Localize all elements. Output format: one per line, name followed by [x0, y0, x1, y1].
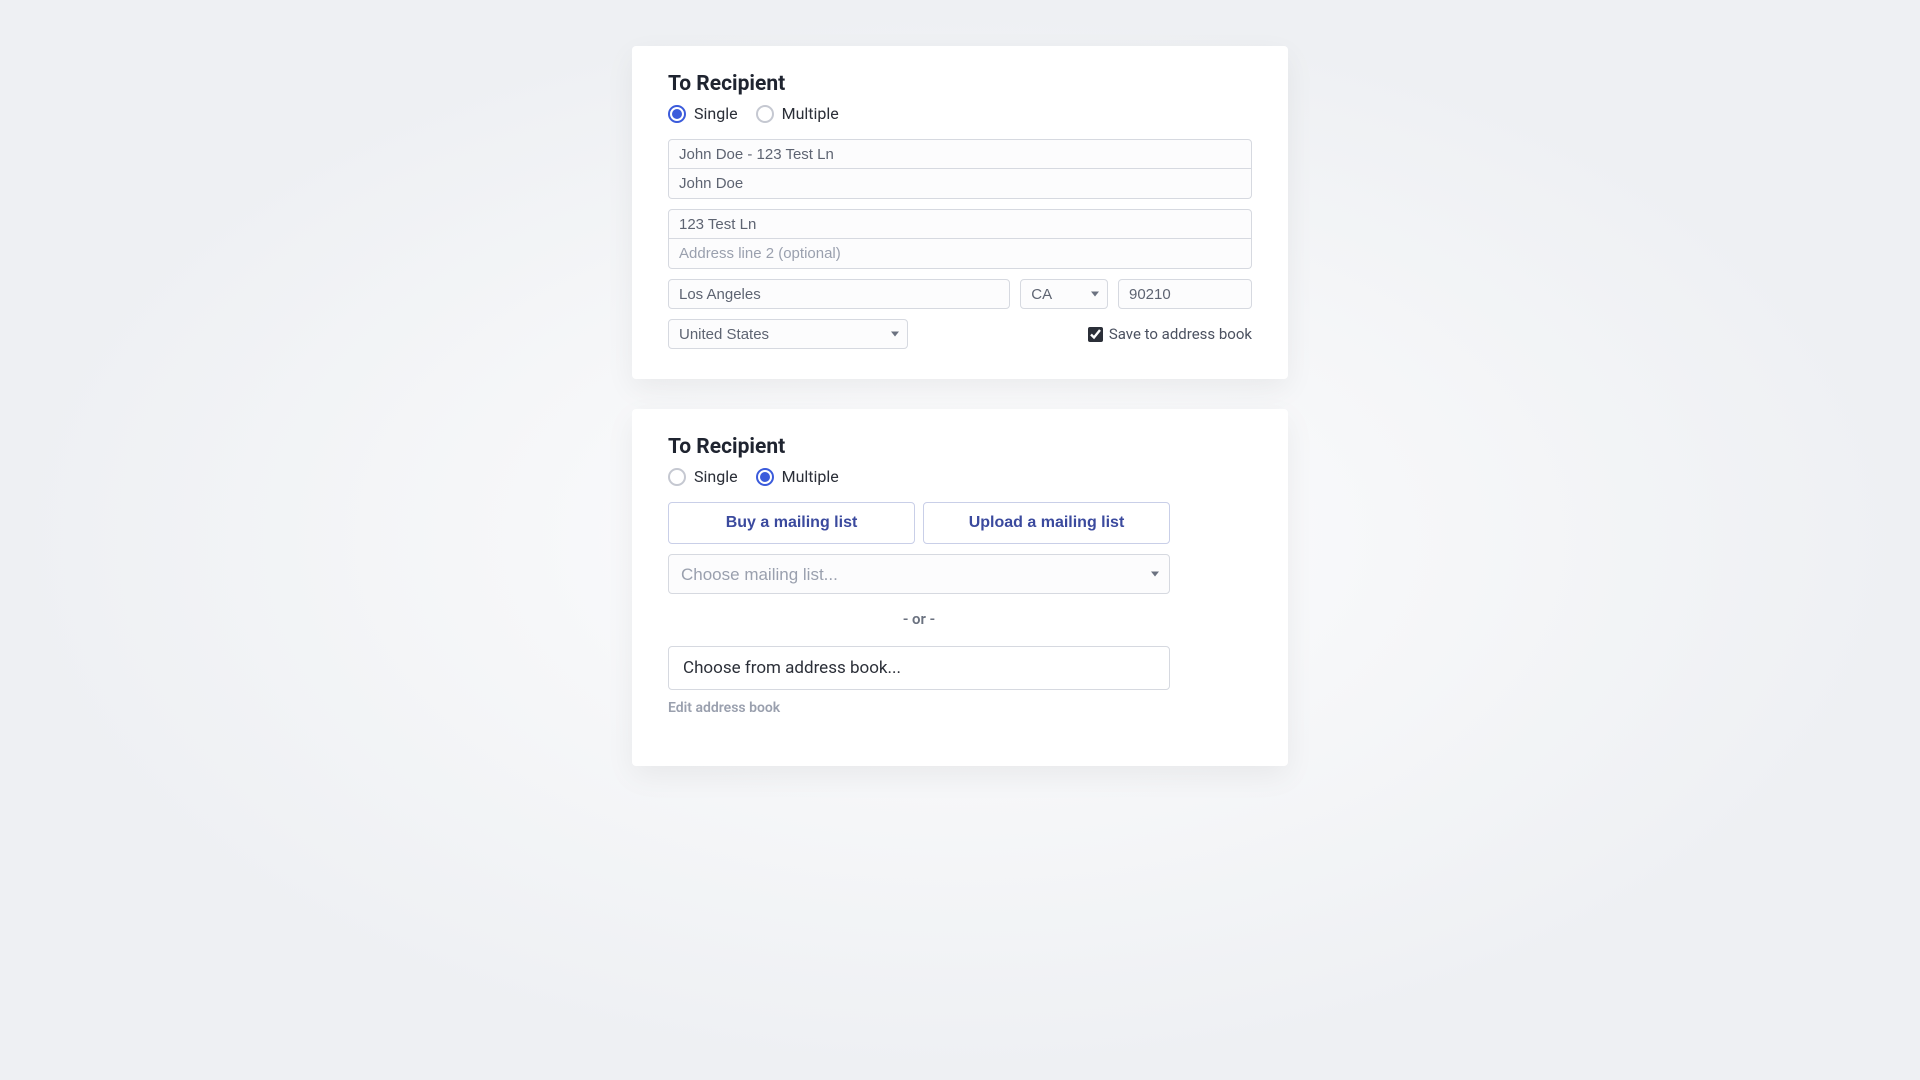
- radio-single[interactable]: Single: [668, 467, 738, 486]
- radio-icon: [756, 105, 774, 123]
- address-line1-input[interactable]: [668, 209, 1252, 239]
- recipient-multiple-card: To Recipient Single Multiple Buy a maili…: [632, 409, 1288, 766]
- choose-address-book-button[interactable]: Choose from address book...: [668, 646, 1170, 690]
- recipient-search-input[interactable]: [668, 139, 1252, 169]
- radio-icon: [668, 105, 686, 123]
- recipient-name-input[interactable]: [668, 169, 1252, 199]
- recipient-mode-radio-group: Single Multiple: [668, 104, 1252, 123]
- country-select[interactable]: United States: [668, 319, 908, 349]
- radio-single[interactable]: Single: [668, 104, 738, 123]
- mailing-list-select[interactable]: Choose mailing list...: [668, 554, 1170, 594]
- radio-single-label: Single: [694, 467, 738, 486]
- radio-single-label: Single: [694, 104, 738, 123]
- section-title: To Recipient: [668, 435, 1252, 459]
- address-line2-input[interactable]: [668, 239, 1252, 269]
- recipient-mode-radio-group: Single Multiple: [668, 467, 1252, 486]
- city-input[interactable]: [668, 279, 1010, 309]
- state-select[interactable]: CA: [1020, 279, 1108, 309]
- save-address-checkbox[interactable]: [1088, 327, 1103, 342]
- radio-multiple[interactable]: Multiple: [756, 467, 839, 486]
- radio-multiple[interactable]: Multiple: [756, 104, 839, 123]
- radio-multiple-label: Multiple: [782, 104, 839, 123]
- radio-multiple-label: Multiple: [782, 467, 839, 486]
- buy-mailing-list-button[interactable]: Buy a mailing list: [668, 502, 915, 544]
- radio-icon: [668, 468, 686, 486]
- zip-input[interactable]: [1118, 279, 1252, 309]
- or-separator: - or -: [668, 610, 1170, 628]
- recipient-single-card: To Recipient Single Multiple: [632, 46, 1288, 379]
- choose-address-book-label: Choose from address book...: [683, 658, 901, 678]
- save-address-label: Save to address book: [1109, 325, 1252, 343]
- edit-address-book-link[interactable]: Edit address book: [668, 700, 780, 716]
- section-title: To Recipient: [668, 72, 1252, 96]
- upload-mailing-list-button[interactable]: Upload a mailing list: [923, 502, 1170, 544]
- radio-icon: [756, 468, 774, 486]
